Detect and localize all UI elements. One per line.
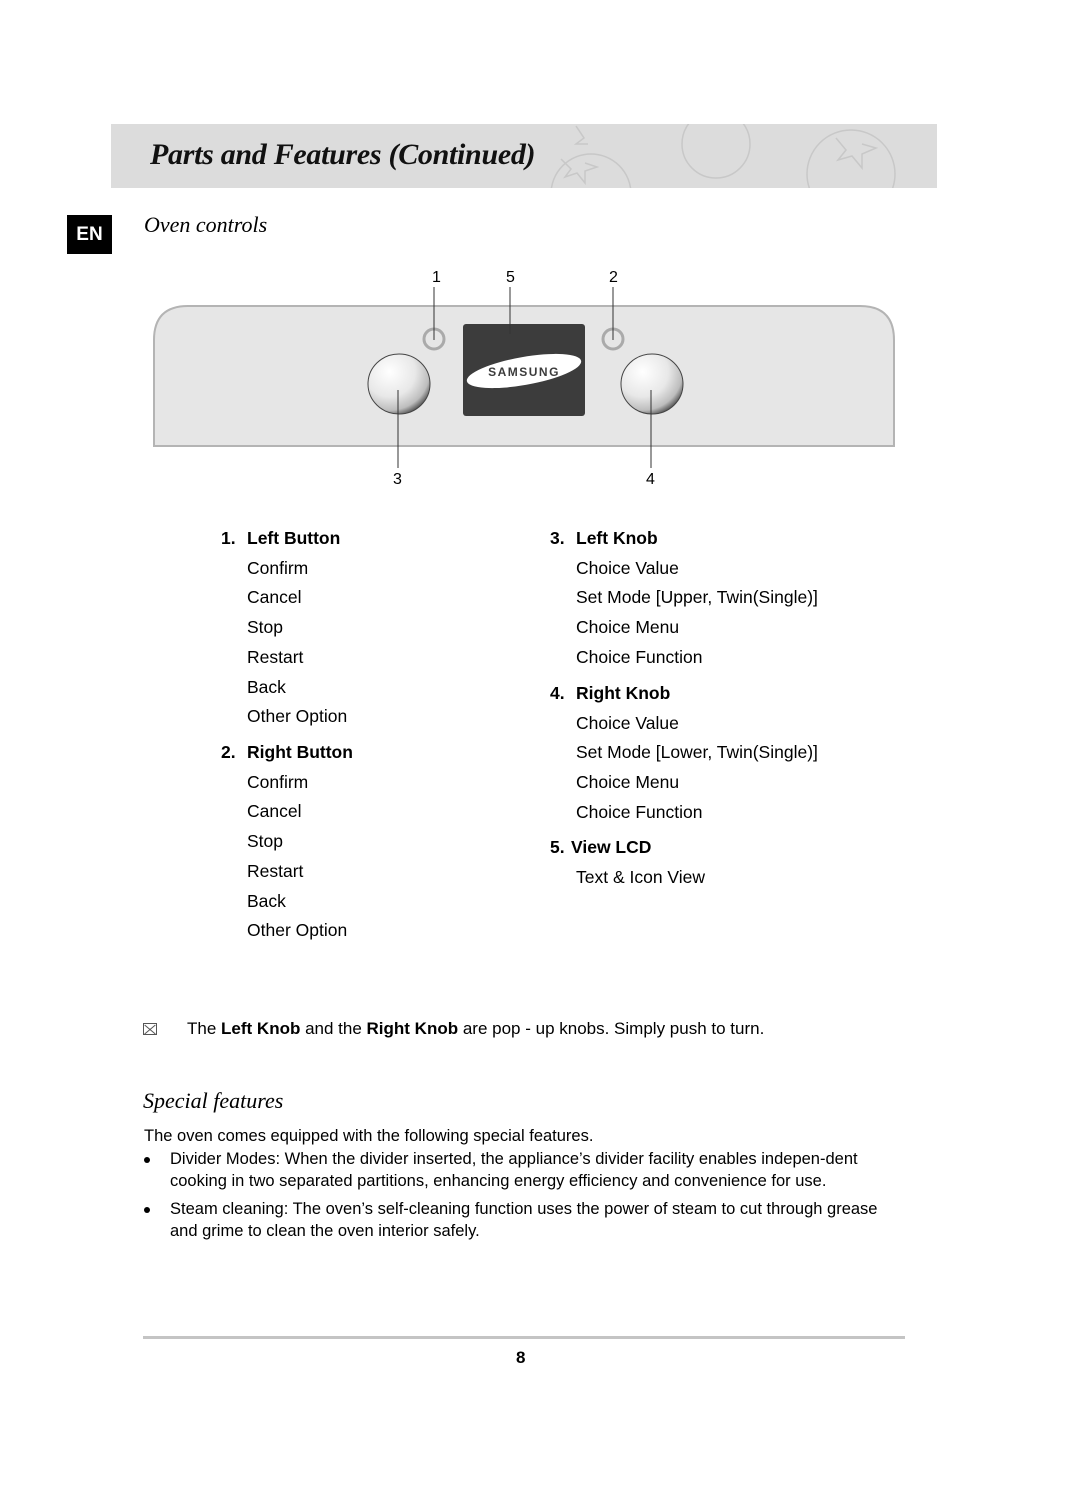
control-list-right-button: 2. Right Button Confirm Cancel Stop Resta… (221, 738, 353, 946)
list-item: Restart (247, 646, 304, 667)
list-heading: 5. View LCD (550, 837, 652, 857)
list-heading: 4. Right Knob (550, 683, 671, 703)
bullet-icon (144, 1207, 150, 1213)
note-icon (143, 1023, 157, 1035)
list-item: Other Option (247, 706, 348, 727)
callout-1: 1 (432, 269, 441, 286)
list-item: Cancel (247, 587, 302, 608)
list-heading: 3. Left Knob (550, 528, 658, 548)
list-item: Set Mode [Upper, Twin(Single)] (576, 587, 818, 608)
footer-divider (143, 1336, 905, 1339)
section-title-oven-controls: Oven controls (144, 212, 268, 237)
list-item: Back (247, 676, 286, 697)
list-item: Confirm (247, 557, 309, 578)
language-badge: EN (67, 215, 112, 254)
page-title: Parts and Features (Continued) (150, 138, 536, 171)
callout-3: 3 (393, 471, 402, 488)
list-item: Steam cleaning: The oven’s self-cleaning… (144, 1198, 904, 1242)
control-list-left-button: 1. Left Button Confirm Cancel Stop Restar… (221, 524, 347, 732)
left-knob-icon (367, 353, 431, 415)
list-item: Set Mode [Lower, Twin(Single)] (576, 742, 818, 763)
list-heading: 1. Left Button (221, 528, 341, 548)
list-item: Back (247, 890, 286, 911)
list-item: Choice Function (576, 646, 703, 667)
list-item: Choice Menu (576, 617, 680, 638)
list-item: Stop (247, 831, 283, 852)
list-item: Stop (247, 617, 283, 638)
list-item: Divider Modes: When the divider inserted… (144, 1148, 904, 1192)
callout-2: 2 (609, 269, 618, 286)
control-list-left-knob: 3. Left Knob Choice Value Set Mode [Upper… (550, 524, 818, 673)
oven-control-panel-diagram: SAMSUNG (140, 260, 910, 500)
list-item: Cancel (247, 801, 302, 822)
list-item: Text & Icon View (576, 866, 706, 887)
callout-4: 4 (646, 471, 655, 488)
list-heading: 2. Right Button (221, 742, 353, 762)
svg-text:SAMSUNG: SAMSUNG (488, 365, 560, 379)
control-list-right-knob: 4. Right Knob Choice Value Set Mode [Lowe… (550, 679, 818, 828)
list-item: Choice Value (576, 712, 679, 733)
control-list-view-lcd: 5. View LCD Text & Icon View (550, 833, 705, 892)
list-item: Other Option (247, 920, 348, 941)
special-features-intro: The oven comes equipped with the followi… (144, 1127, 594, 1145)
list-item: Choice Menu (576, 772, 680, 793)
bullet-icon (144, 1157, 150, 1163)
list-item: Choice Value (576, 557, 679, 578)
right-knob-icon (620, 353, 684, 415)
section-title-special-features: Special features (143, 1088, 284, 1113)
note: The Left Knob and the Right Knob are pop… (143, 1019, 764, 1039)
special-features-list: Divider Modes: When the divider inserted… (144, 1148, 904, 1248)
list-item: Confirm (247, 771, 309, 792)
list-item: Choice Function (576, 801, 703, 822)
callout-5: 5 (506, 269, 515, 286)
list-item: Restart (247, 860, 304, 881)
page-number: 8 (516, 1348, 526, 1367)
